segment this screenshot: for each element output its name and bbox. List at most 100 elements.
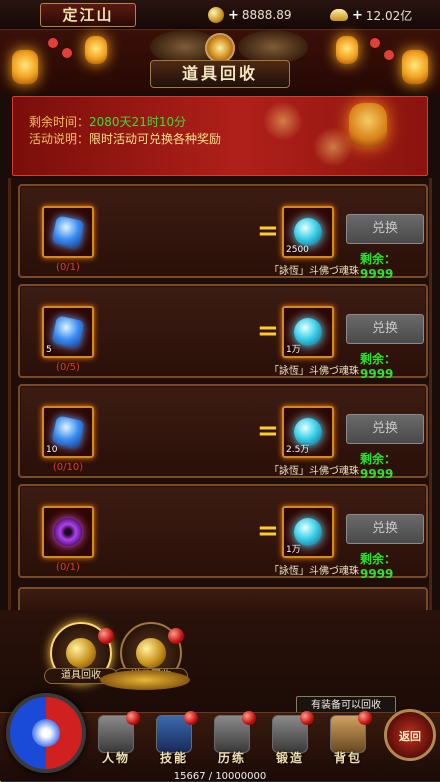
nav-bag[interactable]: 背包 (322, 711, 374, 767)
exchange-row-partial (18, 587, 428, 610)
shield-gem-icon (51, 215, 85, 249)
taiji-orb-icon[interactable] (6, 693, 86, 773)
required-item-slot[interactable]: 10 (42, 406, 94, 458)
exchange-row: 10 (0/10) = 2.5万 「詠恆」斗佛づ魂珠 兑换 剩余：9999 (18, 384, 428, 481)
lantern-icon (349, 103, 387, 147)
nav-character[interactable]: 人物 (90, 711, 142, 767)
description-label: 活动说明： (29, 132, 90, 146)
nav-forge[interactable]: 锻造 (264, 711, 316, 767)
server-name: 定江山 (40, 3, 136, 27)
plum-blossom-icon (370, 38, 380, 48)
lantern-icon (336, 36, 358, 64)
plum-blossom-icon (62, 48, 72, 58)
remaining-time-label: 剩余时间： (29, 115, 90, 129)
coin-stack-icon (66, 638, 96, 668)
nav-training[interactable]: 历练 (206, 711, 258, 767)
gold-pile-icon (100, 670, 190, 690)
gold-coin-icon (208, 7, 224, 23)
item-progress: (0/1) (56, 562, 80, 573)
reward-count: 2.5万 (286, 445, 310, 455)
activity-info-panel: 剩余时间：2080天21时10分 活动说明：限时活动可兑换各种奖励 (12, 96, 428, 176)
remaining-stock: 剩余：9999 (360, 352, 397, 381)
exchange-button[interactable]: 兑换 (346, 314, 424, 344)
lantern-icon (402, 50, 428, 84)
nav-label: 人物 (101, 751, 130, 765)
reward-name: 「詠恆」斗佛づ魂珠 (269, 266, 359, 277)
firework-icon (263, 101, 303, 141)
exchange-button[interactable]: 兑换 (346, 414, 424, 444)
top-bar: 定江山 + 8888.89 + 12.02亿 (0, 0, 440, 30)
bottom-panel: 道具回收 道具回收 有装备可以回收 人物 技能 历练 锻造 (0, 610, 440, 782)
reward-name: 「詠恆」斗佛づ魂珠 (269, 566, 359, 577)
description-value: 限时活动可兑换各种奖励 (89, 132, 222, 146)
return-label: 返回 (399, 730, 421, 743)
reward-item-slot[interactable]: 2.5万 (282, 406, 334, 458)
notification-dot-icon (168, 628, 184, 644)
return-button[interactable]: 返回 (384, 709, 436, 761)
reward-name: 「詠恆」斗佛づ魂珠 (269, 366, 359, 377)
gold-amount: 8888.89 (241, 8, 292, 22)
activity-description: 活动说明：限时活动可兑换各种奖励 (29, 130, 221, 147)
page-title: 道具回收 (150, 60, 290, 88)
ingot-currency: + 12.02亿 (330, 5, 412, 25)
remaining-stock: 剩余：9999 (360, 252, 397, 281)
item-progress: (0/5) (56, 362, 80, 373)
lantern-icon (12, 50, 38, 84)
ingot-amount: 12.02亿 (365, 8, 413, 23)
remaining-time: 剩余时间：2080天21时10分 (29, 113, 186, 130)
vortex-gem-icon (54, 518, 82, 546)
exchange-button[interactable]: 兑换 (346, 514, 424, 544)
add-ingot-button[interactable]: + (352, 8, 363, 23)
dragon-ornament-icon (238, 30, 308, 64)
required-item-count: 10 (46, 445, 58, 455)
reward-item-slot[interactable]: 1万 (282, 306, 334, 358)
reward-name: 「詠恆」斗佛づ魂珠 (269, 466, 359, 477)
exchange-row: (0/1) = 2500 「詠恆」斗佛づ魂珠 兑换 剩余：9999 (18, 184, 428, 281)
remaining-stock: 剩余：9999 (360, 552, 397, 581)
bottom-nav: 人物 技能 历练 锻造 背包 返回 15667 / 10000000 (0, 693, 440, 782)
notification-dot-icon (98, 628, 114, 644)
shield-gem-icon (51, 415, 85, 449)
coin-stack-icon (136, 638, 166, 668)
soul-orb-icon (294, 218, 322, 246)
reward-count: 1万 (286, 345, 301, 355)
ingot-icon (330, 9, 348, 21)
exchange-row: 5 (0/5) = 1万 「詠恆」斗佛づ魂珠 兑换 剩余：9999 (18, 284, 428, 381)
add-gold-button[interactable]: + (228, 8, 239, 23)
lantern-icon (85, 36, 107, 64)
exchange-row: (0/1) = 1万 「詠恆」斗佛づ魂珠 兑换 剩余：9999 (18, 484, 428, 581)
nav-label: 锻造 (275, 751, 304, 765)
nav-label: 背包 (333, 751, 362, 765)
equals-sign: = (257, 416, 279, 446)
required-item-slot[interactable]: 5 (42, 306, 94, 358)
notification-dot-icon (184, 711, 198, 725)
required-item-slot[interactable] (42, 206, 94, 258)
required-item-count: 5 (46, 345, 52, 355)
gold-currency: + 8888.89 (208, 5, 292, 25)
reward-count: 1万 (286, 545, 301, 555)
reward-item-slot[interactable]: 1万 (282, 506, 334, 558)
equals-sign: = (257, 516, 279, 546)
header-banner: 道具回收 (0, 30, 440, 92)
equals-sign: = (257, 316, 279, 346)
plum-blossom-icon (48, 38, 58, 48)
required-item-slot[interactable] (42, 506, 94, 558)
item-progress: (0/10) (52, 462, 84, 473)
plum-blossom-icon (384, 50, 394, 60)
equals-sign: = (257, 216, 279, 246)
notification-dot-icon (242, 711, 256, 725)
reward-count: 2500 (286, 245, 309, 255)
shield-gem-icon (51, 315, 85, 349)
exchange-button[interactable]: 兑换 (346, 214, 424, 244)
nav-label: 技能 (159, 751, 188, 765)
tab-item-recycle-1[interactable]: 道具回收 (44, 622, 118, 684)
reward-item-slot[interactable]: 2500 (282, 206, 334, 258)
notification-dot-icon (358, 711, 372, 725)
nav-skills[interactable]: 技能 (148, 711, 200, 767)
flame-emblem-icon (205, 33, 235, 63)
notification-dot-icon (300, 711, 314, 725)
firework-icon (313, 127, 353, 167)
notification-dot-icon (126, 711, 140, 725)
remaining-stock: 剩余：9999 (360, 452, 397, 481)
exchange-list[interactable]: (0/1) = 2500 「詠恆」斗佛づ魂珠 兑换 剩余：9999 5 (0/5… (8, 178, 432, 610)
